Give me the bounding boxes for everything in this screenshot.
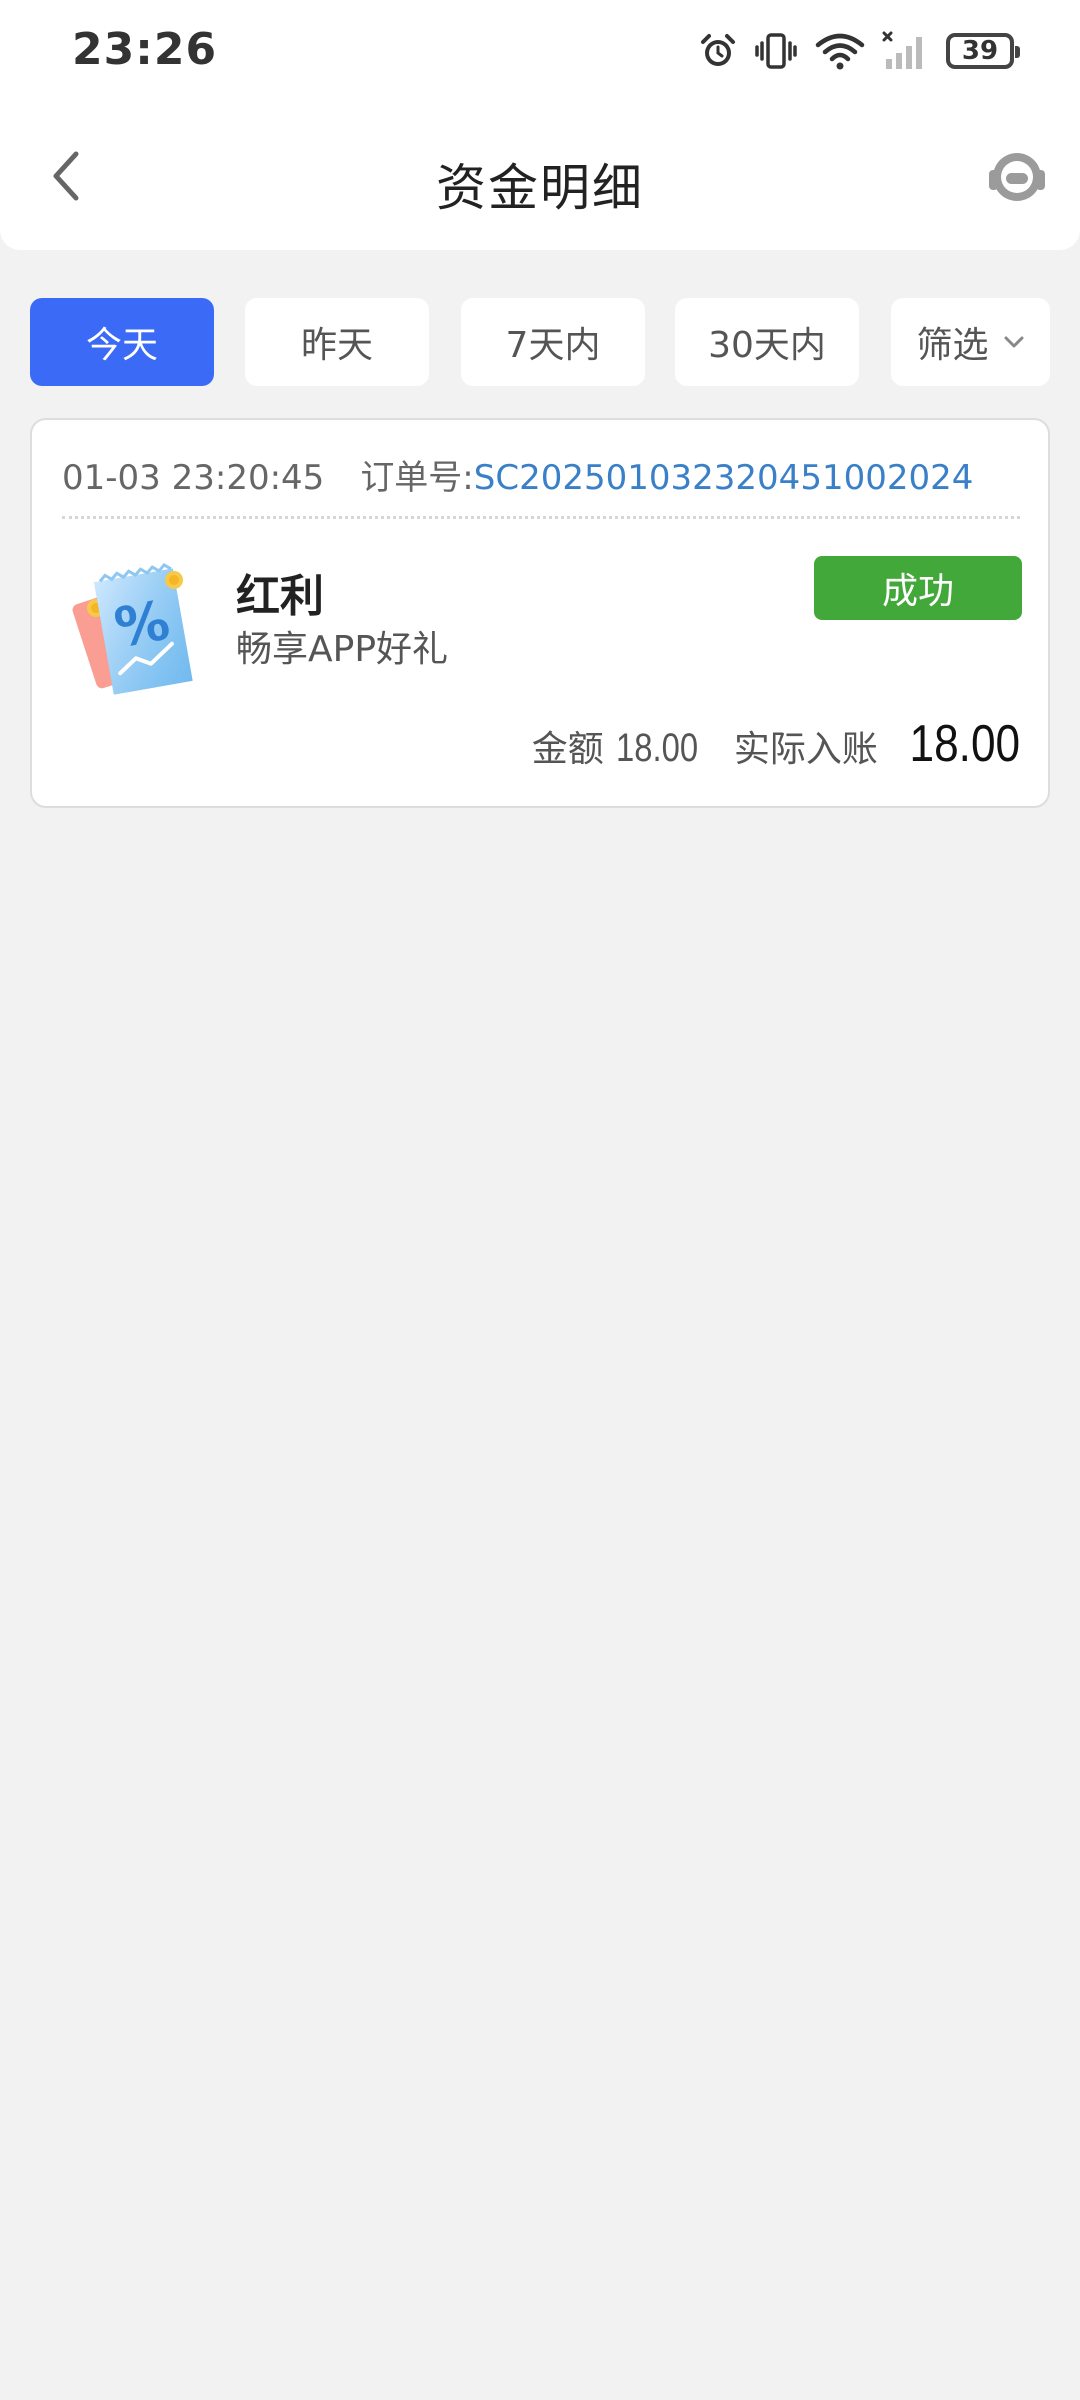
order-number-label: 订单号: bbox=[360, 458, 474, 498]
filter-dropdown[interactable]: 筛选 bbox=[891, 298, 1050, 386]
tab-7-days[interactable]: 7天内 bbox=[461, 298, 645, 386]
header: 资金明细 bbox=[0, 102, 1080, 250]
status-icons: 39 bbox=[682, 28, 1020, 74]
signal-icon bbox=[882, 31, 930, 71]
amount-row: 金额 18.00 实际入账 18.00 bbox=[532, 714, 1020, 774]
battery-icon: 39 bbox=[946, 33, 1020, 69]
actual-amount-label: 实际入账 bbox=[733, 729, 878, 770]
tab-label: 30天内 bbox=[708, 325, 826, 366]
chevron-down-icon bbox=[1003, 335, 1025, 349]
transaction-title: 红利 bbox=[236, 571, 324, 622]
vibrate-icon bbox=[754, 31, 798, 71]
order-number[interactable]: SC202501032320451002024 bbox=[474, 458, 974, 498]
tab-label: 7天内 bbox=[505, 325, 601, 366]
tab-label: 昨天 bbox=[300, 325, 373, 366]
tab-today[interactable]: 今天 bbox=[30, 298, 214, 386]
tab-30-days[interactable]: 30天内 bbox=[675, 298, 859, 386]
battery-level: 39 bbox=[961, 36, 999, 66]
tab-label: 今天 bbox=[85, 325, 158, 366]
transaction-card[interactable]: 01-03 23:20:45 订单号:SC20250103232045100202… bbox=[30, 418, 1050, 808]
status-bar: 23:26 39 bbox=[0, 0, 1080, 102]
customer-service-button[interactable] bbox=[984, 144, 1050, 210]
card-divider bbox=[62, 516, 1020, 519]
status-time: 23:26 bbox=[72, 24, 218, 75]
customer-service-icon bbox=[989, 153, 1045, 201]
coupon-percent-icon: % bbox=[62, 550, 212, 710]
amount-label: 金额 bbox=[531, 729, 604, 770]
amount-value: 18.00 bbox=[615, 726, 698, 770]
actual-amount-value: 18.00 bbox=[909, 715, 1020, 773]
tab-label: 筛选 bbox=[916, 325, 989, 366]
page-title: 资金明细 bbox=[436, 159, 644, 217]
card-meta: 01-03 23:20:45 订单号:SC20250103232045100202… bbox=[62, 450, 973, 499]
transaction-subtitle: 畅享APP好礼 bbox=[236, 629, 449, 670]
date-filter-tabs: 今天 昨天 7天内 30天内 筛选 bbox=[30, 298, 1050, 386]
wifi-icon bbox=[814, 31, 866, 71]
status-badge: 成功 bbox=[814, 556, 1022, 620]
tab-yesterday[interactable]: 昨天 bbox=[245, 298, 429, 386]
alarm-icon bbox=[698, 31, 738, 71]
transaction-datetime: 01-03 23:20:45 bbox=[62, 458, 325, 498]
